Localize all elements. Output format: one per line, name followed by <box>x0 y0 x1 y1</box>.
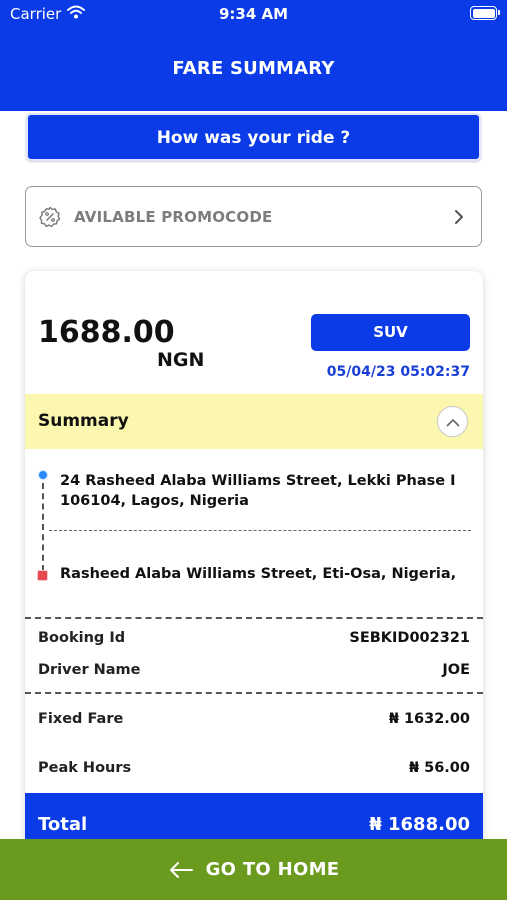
dropoff-address: Rasheed Alaba Williams Street, Eti-Osa, … <box>60 566 457 582</box>
driver-name-value: JOE <box>442 662 470 678</box>
trip-datetime: 05/04/23 05:02:37 <box>326 364 470 380</box>
fare-amount: 1688.00 <box>38 315 175 350</box>
driver-name-label: Driver Name <box>38 662 141 678</box>
promocode-label: AVILABLE PROMOCODE <box>74 207 273 226</box>
total-label: Total <box>38 814 88 835</box>
chevron-right-icon <box>451 209 467 225</box>
arrow-left-icon <box>168 861 194 879</box>
fare-currency: NGN <box>157 349 205 371</box>
fixed-fare-label: Fixed Fare <box>38 711 124 727</box>
peak-hours-label: Peak Hours <box>38 760 132 776</box>
booking-id-label: Booking Id <box>38 630 126 646</box>
battery-icon <box>470 6 500 20</box>
percent-badge-icon <box>38 205 62 229</box>
booking-id-value: SEBKID002321 <box>349 630 470 646</box>
summary-header[interactable]: Summary <box>25 394 483 449</box>
peak-hours-value: ₦ 56.00 <box>408 760 470 776</box>
status-bar: Carrier 9:34 AM <box>0 0 507 28</box>
promocode-selector[interactable]: AVILABLE PROMOCODE <box>25 186 482 247</box>
address-divider <box>49 530 471 531</box>
route-line <box>42 483 44 571</box>
fare-card: 1688.00 NGN SUV 05/04/23 05:02:37 Summar… <box>25 271 483 851</box>
total-value: ₦ 1688.00 <box>369 814 470 835</box>
page-title: FARE SUMMARY <box>172 58 335 79</box>
go-to-home-label: GO TO HOME <box>205 859 340 880</box>
collapse-button[interactable] <box>437 406 468 437</box>
fixed-fare-value: ₦ 1632.00 <box>388 711 470 727</box>
section-divider <box>25 692 483 694</box>
summary-title: Summary <box>38 411 129 431</box>
vehicle-type-badge[interactable]: SUV <box>311 314 470 351</box>
chevron-up-icon <box>446 412 460 431</box>
pickup-marker-icon <box>38 470 48 480</box>
app-header: Carrier 9:34 AM FARE SUMMARY <box>0 0 507 111</box>
dropoff-marker-icon <box>37 570 48 581</box>
pickup-address: 24 Rasheed Alaba Williams Street, Lekki … <box>60 473 456 509</box>
section-divider <box>25 617 483 619</box>
status-time: 9:34 AM <box>218 5 289 23</box>
rate-ride-button[interactable]: How was your ride ? <box>26 113 481 161</box>
go-to-home-button[interactable]: GO TO HOME <box>0 839 507 900</box>
